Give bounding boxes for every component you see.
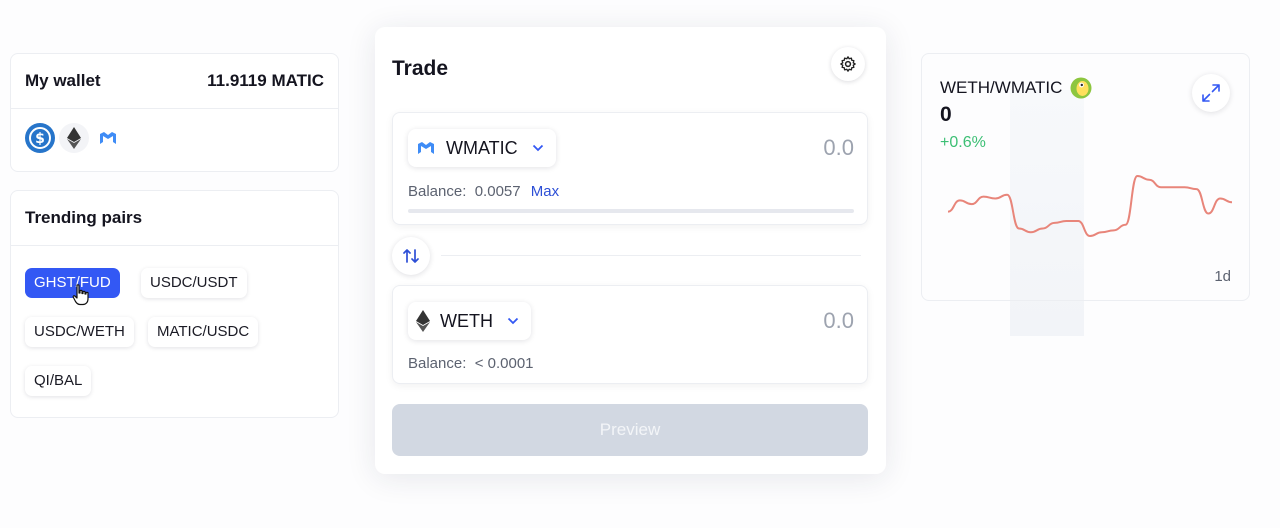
trade-title: Trade: [392, 57, 449, 80]
max-button[interactable]: Max: [531, 183, 559, 200]
from-token-select[interactable]: WMATIC: [408, 129, 556, 167]
trending-pairs-card: Trending pairs GHST/FUD USDC/USDT USDC/W…: [10, 190, 339, 418]
chart-range[interactable]: 1d: [1214, 268, 1231, 285]
to-token-label: WETH: [440, 310, 493, 331]
wallet-balance: 11.9119 MATIC: [207, 71, 324, 90]
to-token-select[interactable]: WETH: [408, 302, 531, 340]
chart-pair: WETH/WMATIC: [940, 77, 1092, 99]
from-balance-row: Balance: 0.0057 Max: [408, 183, 559, 200]
chart-change: +0.6%: [940, 134, 986, 151]
trending-title: Trending pairs: [25, 208, 143, 227]
preview-button[interactable]: Preview: [392, 404, 868, 456]
to-balance-value: < 0.0001: [474, 355, 534, 372]
to-balance-label: Balance:: [408, 355, 467, 372]
usdc-icon[interactable]: $: [25, 123, 55, 153]
matic-icon[interactable]: [93, 123, 123, 153]
swap-arrows-icon: [403, 249, 419, 263]
price-series-line: [947, 174, 1233, 238]
wallet-card: My wallet 11.9119 MATIC $: [10, 53, 339, 172]
chart-price: 0: [940, 103, 952, 126]
price-line-chart: [947, 174, 1233, 238]
pair-pill-matic-usdc[interactable]: MATIC/USDC: [148, 317, 259, 347]
ethereum-icon: [416, 310, 430, 332]
price-chart-card: WETH/WMATIC 0 +0.6% 1d: [921, 53, 1250, 301]
wallet-title: My wallet: [25, 71, 101, 90]
from-balance-label: Balance:: [408, 183, 467, 200]
from-token-label: WMATIC: [446, 137, 518, 158]
amount-slider[interactable]: [408, 209, 854, 213]
from-balance-value: 0.0057: [474, 183, 521, 200]
hand-cursor-icon: [72, 284, 89, 306]
from-amount-input[interactable]: 0.0: [823, 135, 854, 161]
to-token-panel: WETH 0.0 Balance: < 0.0001: [392, 285, 868, 384]
ethereum-icon[interactable]: [59, 123, 89, 153]
to-amount-input[interactable]: 0.0: [823, 308, 854, 334]
svg-text:$: $: [35, 131, 45, 147]
trending-header: Trending pairs: [11, 191, 338, 246]
wallet-token-list: $: [11, 109, 338, 167]
coingecko-icon: [1070, 77, 1092, 99]
trending-pair-list: GHST/FUD USDC/USDT USDC/WETH MATIC/USDC …: [11, 246, 338, 416]
trade-card: Trade WMATIC 0.0 Balance: 0.0057 Max WET…: [375, 27, 886, 474]
chevron-down-icon: [532, 144, 543, 152]
divider: [441, 255, 861, 256]
wallet-header: My wallet 11.9119 MATIC: [11, 54, 338, 109]
from-token-panel: WMATIC 0.0 Balance: 0.0057 Max: [392, 112, 868, 225]
settings-button[interactable]: [831, 47, 865, 81]
pair-pill-qi-bal[interactable]: QI/BAL: [25, 366, 92, 396]
expand-icon: [1202, 84, 1220, 102]
matic-icon: [418, 142, 434, 154]
pair-pill-usdc-weth[interactable]: USDC/WETH: [25, 317, 134, 347]
chart-pair-label: WETH/WMATIC: [940, 78, 1063, 97]
expand-chart-button[interactable]: [1192, 74, 1230, 112]
swap-direction-button[interactable]: [392, 237, 430, 275]
gear-icon: [840, 56, 856, 72]
pair-pill-usdc-usdt[interactable]: USDC/USDT: [141, 268, 247, 298]
to-balance-row: Balance: < 0.0001: [408, 355, 534, 372]
chevron-down-icon: [507, 317, 519, 325]
